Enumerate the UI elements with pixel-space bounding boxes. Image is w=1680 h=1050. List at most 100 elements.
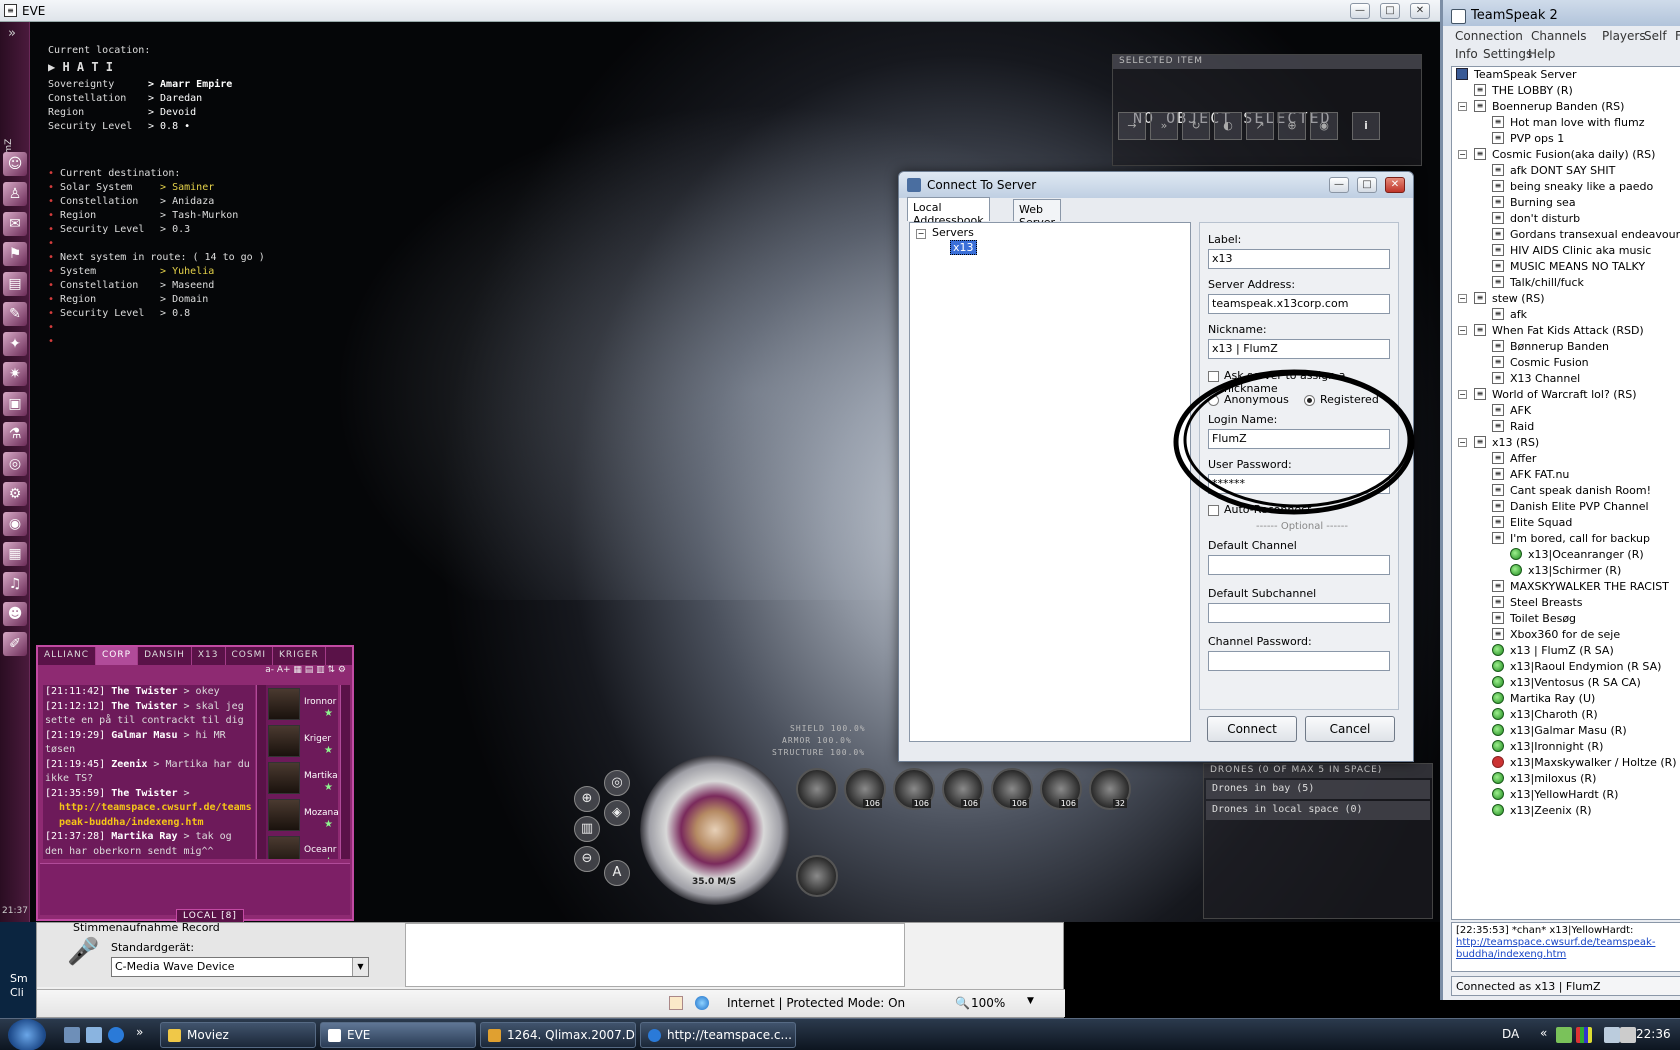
audio-icon[interactable]: ♫: [3, 572, 27, 596]
starmap-icon[interactable]: ✷: [3, 362, 27, 386]
ts-player[interactable]: x13|miloxus (R): [1452, 771, 1680, 787]
chat-member[interactable]: Martika ★: [266, 759, 338, 796]
channel-password-field[interactable]: [1208, 651, 1390, 671]
module-slot[interactable]: 106: [942, 768, 984, 810]
afterburner-slot[interactable]: [796, 855, 838, 897]
ts-channel[interactable]: ≡ Gordans transexual endeavours: [1452, 227, 1680, 243]
eve-titlebar[interactable]: ≡ EVE — □ ✕: [0, 0, 1440, 22]
menu-settings[interactable]: Settings: [1483, 47, 1532, 61]
scanner-icon[interactable]: ▥: [574, 816, 600, 842]
ts-channel[interactable]: ≡ afk DONT SAY SHIT: [1452, 163, 1680, 179]
corporation-icon[interactable]: ⚑: [3, 242, 27, 266]
tray-network-icon[interactable]: [1556, 1027, 1572, 1043]
server-address-field[interactable]: teamspeak.x13corp.com: [1208, 294, 1390, 314]
ts-player[interactable]: x13|Maxskywalker / Holtze (R): [1452, 755, 1680, 771]
tray-monitor-icon[interactable]: [1604, 1027, 1620, 1043]
ts-channel[interactable]: ≡ MAXSKYWALKER THE RACIST: [1452, 579, 1680, 595]
ie-quicklaunch-icon[interactable]: [108, 1027, 124, 1043]
module-slot[interactable]: 106: [991, 768, 1033, 810]
ts-channel[interactable]: ≡ don't disturb: [1452, 211, 1680, 227]
ts-player[interactable]: x13|Ventosus (R SA CA): [1452, 675, 1680, 691]
ts-channel[interactable]: ≡ x13 (RS) −: [1452, 435, 1680, 451]
security-zone[interactable]: Internet | Protected Mode: On: [727, 996, 905, 1010]
close-button[interactable]: ✕: [1410, 3, 1430, 19]
ts-channel[interactable]: ≡ AFK FAT.nu: [1452, 467, 1680, 483]
member-scrollbar[interactable]: [340, 685, 350, 859]
font-size-control[interactable]: a- A+: [265, 665, 290, 675]
lock-target-icon[interactable]: ⊕: [1278, 112, 1306, 140]
ts-player[interactable]: x13|YellowHardt (R): [1452, 787, 1680, 803]
ts-channel[interactable]: ≡ Cosmic Fusion: [1452, 355, 1680, 371]
look-at-icon[interactable]: ◉: [1310, 112, 1338, 140]
zoom-out-icon[interactable]: ⊖: [574, 846, 600, 872]
ts-channel[interactable]: ≡ X13 Channel: [1452, 371, 1680, 387]
ts-channel[interactable]: ≡ Affer: [1452, 451, 1680, 467]
collapse-icon[interactable]: −: [1458, 390, 1467, 399]
drones-in-space[interactable]: Drones in local space (0): [1206, 801, 1430, 820]
chat-tab-x13[interactable]: X13: [192, 647, 226, 665]
collapse-icon[interactable]: −: [1458, 294, 1467, 303]
chat-member[interactable]: Kriger ★: [266, 722, 338, 759]
drones-in-bay[interactable]: Drones in bay (5): [1206, 780, 1430, 799]
taskbar-item-moviez[interactable]: Moviez: [160, 1022, 316, 1048]
ts-channel[interactable]: ≡ Cosmic Fusion(aka daily) (RS) −: [1452, 147, 1680, 163]
ts-player[interactable]: x13|Galmar Masu (R): [1452, 723, 1680, 739]
chat-tab-corp[interactable]: CORP: [96, 647, 139, 665]
ts-player[interactable]: x13 | FlumZ (R SA): [1452, 643, 1680, 659]
default-subchannel-field[interactable]: [1208, 603, 1390, 623]
menu-channels[interactable]: Channels: [1531, 29, 1587, 43]
chat-tab-cosmic[interactable]: COSMI: [226, 647, 274, 665]
maximize-button[interactable]: □: [1380, 3, 1400, 19]
ts-channel[interactable]: ≡ Talk/chill/fuck: [1452, 275, 1680, 291]
device-select[interactable]: C-Media Wave Device ▼: [111, 957, 369, 977]
chat-tab-danish[interactable]: DANSIH: [138, 647, 192, 665]
connect-button[interactable]: Connect: [1207, 716, 1297, 742]
taskbar-clock[interactable]: 22:36: [1636, 1027, 1671, 1041]
chat-member[interactable]: Ironnor ★: [266, 685, 338, 722]
desktop-icon-label[interactable]: Sm Cli: [10, 972, 36, 1000]
ts-player[interactable]: Martika Ray (U): [1452, 691, 1680, 707]
default-channel-field[interactable]: [1208, 555, 1390, 575]
autopilot-icon[interactable]: A: [604, 860, 630, 886]
menu-self[interactable]: Self: [1644, 29, 1667, 43]
dialog-minimize-button[interactable]: —: [1329, 177, 1349, 193]
ts-channel[interactable]: ≡ being sneaky like a paedo: [1452, 179, 1680, 195]
language-indicator[interactable]: DA: [1502, 1027, 1519, 1041]
map-icon[interactable]: ✦: [3, 332, 27, 356]
module-slot[interactable]: 106: [893, 768, 935, 810]
collapse-icon[interactable]: −: [1458, 150, 1467, 159]
tab-web-server-list[interactable]: Web Server List: [1013, 199, 1062, 242]
ts-channel[interactable]: ≡ Cant speak danish Room!: [1452, 483, 1680, 499]
ts-channel[interactable]: ≡ THE LOBBY (R): [1452, 83, 1680, 99]
expand-icon[interactable]: »: [8, 26, 16, 41]
ts-channel[interactable]: ≡ Xbox360 for de seje: [1452, 627, 1680, 643]
chat-tab-kriger[interactable]: KRIGER: [273, 647, 326, 665]
ts-channel[interactable]: ≡ World of Warcraft lol? (RS) −: [1452, 387, 1680, 403]
market-icon[interactable]: ◉: [3, 512, 27, 536]
collapse-icon[interactable]: −: [916, 229, 926, 239]
switch-windows-icon[interactable]: [86, 1027, 102, 1043]
ts-player[interactable]: x13|Oceanranger (R): [1452, 547, 1680, 563]
chat-input[interactable]: [40, 863, 350, 915]
ts-player[interactable]: x13|Ironnight (R): [1452, 739, 1680, 755]
keep-range-icon[interactable]: ◐: [1214, 112, 1242, 140]
ts-channel[interactable]: ≡ stew (RS) −: [1452, 291, 1680, 307]
browser-page[interactable]: [405, 923, 905, 987]
ts-channel[interactable]: ≡ afk: [1452, 307, 1680, 323]
settings-icon[interactable]: ✐: [3, 632, 27, 656]
module-slot[interactable]: [796, 768, 838, 810]
fitting-icon[interactable]: ⚙: [3, 482, 27, 506]
menu-connection[interactable]: Connection: [1455, 29, 1523, 43]
ts-player[interactable]: x13|Raoul Endymion (R SA): [1452, 659, 1680, 675]
zoom-in-icon[interactable]: ⊕: [574, 786, 600, 812]
journal-icon[interactable]: ▦: [3, 542, 27, 566]
ts-server[interactable]: TeamSpeak Server: [1452, 67, 1680, 83]
nickname-field[interactable]: x13 | FlumZ: [1208, 339, 1390, 359]
ts-player[interactable]: x13|Schirmer (R): [1452, 563, 1680, 579]
dialog-close-button[interactable]: ✕: [1385, 177, 1405, 193]
ts-player[interactable]: x13|Zeenix (R): [1452, 803, 1680, 819]
chat-tab-alliance[interactable]: ALLIANC: [38, 647, 97, 665]
ts-channel[interactable]: ≡ MUSIC MEANS NO TALKY: [1452, 259, 1680, 275]
quicklaunch-more-icon[interactable]: »: [136, 1025, 143, 1039]
notepad-icon[interactable]: ✎: [3, 302, 27, 326]
